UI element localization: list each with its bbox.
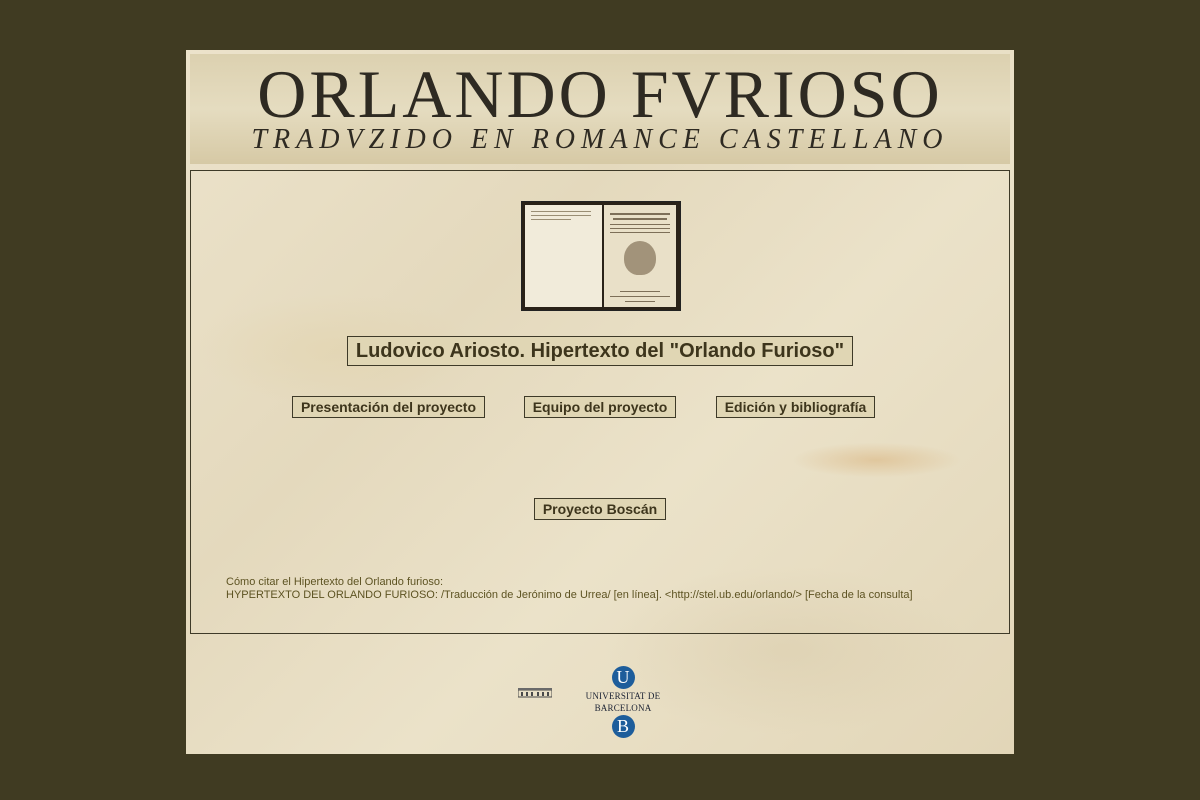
citation-text: HYPERTEXTO DEL ORLANDO FURIOSO: /Traducc… [226, 589, 913, 601]
ub-b-letter: B [611, 715, 635, 738]
building-logo-icon[interactable] [518, 688, 552, 698]
page-title: Ludovico Ariosto. Hipertexto del "Orland… [347, 336, 853, 366]
edition-bibliography-button[interactable]: Edición y bibliografía [716, 396, 875, 418]
book-emblem [624, 241, 656, 275]
page: ORLANDO FVRIOSO TRADVZIDO EN ROMANCE CAS… [186, 50, 1014, 754]
citation-block: Cómo citar el Hipertexto del Orlando fur… [226, 576, 913, 602]
citation-heading: Cómo citar el Hipertexto del Orlando fur… [226, 576, 444, 588]
boscan-project-button[interactable]: Proyecto Boscán [534, 498, 666, 520]
ub-u-letter: U [611, 666, 635, 689]
footer-logos: U UNIVERSITAT DE BARCELONA B [516, 666, 686, 738]
team-button[interactable]: Equipo del proyecto [524, 396, 676, 418]
presentation-button[interactable]: Presentación del proyecto [292, 396, 485, 418]
content-box: Ludovico Ariosto. Hipertexto del "Orland… [190, 170, 1010, 634]
ub-name: UNIVERSITAT DE BARCELONA [585, 691, 661, 713]
header-banner: ORLANDO FVRIOSO TRADVZIDO EN ROMANCE CAS… [190, 54, 1010, 164]
universitat-de-barcelona-logo[interactable]: U UNIVERSITAT DE BARCELONA B [562, 666, 684, 738]
banner-subtitle: TRADVZIDO EN ROMANCE CASTELLANO [251, 124, 949, 155]
banner-title: ORLANDO FVRIOSO [257, 56, 943, 132]
book-image [521, 201, 681, 311]
